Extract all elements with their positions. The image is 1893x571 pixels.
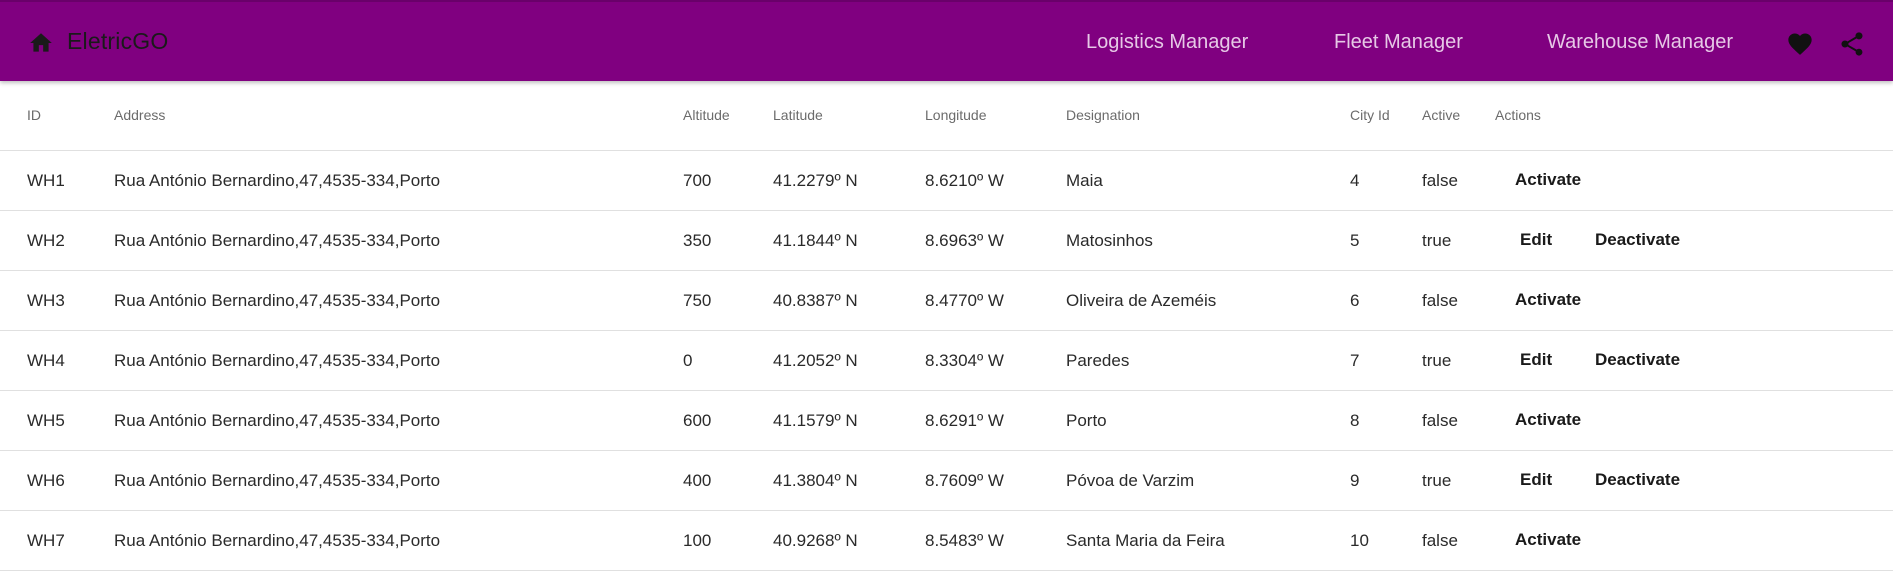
cell-longitude: 8.6210º W (925, 171, 1004, 190)
cell-id: WH2 (27, 231, 65, 250)
cell-active: false (1422, 171, 1458, 190)
cell-longitude: 8.3304º W (925, 351, 1004, 370)
cell-city-id: 4 (1350, 171, 1360, 190)
cell-designation: Porto (1066, 411, 1107, 430)
cell-longitude: 8.4770º W (925, 291, 1004, 310)
column-header-longitude[interactable]: Longitude (925, 107, 987, 123)
cell-designation: Paredes (1066, 351, 1130, 370)
cell-altitude: 0 (683, 351, 693, 370)
cell-address: Rua António Bernardino,47,4535-334,Porto (114, 291, 441, 310)
cell-latitude: 41.1844º N (773, 231, 858, 250)
column-header-address[interactable]: Address (114, 107, 165, 123)
activate-button[interactable]: Activate (1515, 410, 1581, 430)
cell-longitude: 8.7609º W (925, 471, 1004, 490)
cell-latitude: 40.8387º N (773, 291, 858, 310)
cell-city-id: 8 (1350, 411, 1360, 430)
cell-city-id: 6 (1350, 291, 1360, 310)
cell-longitude: 8.6963º W (925, 231, 1004, 250)
cell-designation: Matosinhos (1066, 231, 1153, 250)
cell-active: false (1422, 531, 1458, 550)
table-row: WH1 Rua António Bernardino,47,4535-334,P… (0, 151, 1893, 211)
warehouses-table: ID Address Altitude Latitude Longitude D… (0, 81, 1893, 571)
cell-address: Rua António Bernardino,47,4535-334,Porto (114, 531, 441, 550)
share-icon[interactable] (1838, 30, 1866, 58)
cell-designation: Póvoa de Varzim (1066, 471, 1195, 490)
cell-altitude: 700 (683, 171, 712, 190)
table-row: WH5 Rua António Bernardino,47,4535-334,P… (0, 391, 1893, 451)
table-row: WH6 Rua António Bernardino,47,4535-334,P… (0, 451, 1893, 511)
cell-latitude: 41.1579º N (773, 411, 858, 430)
cell-address: Rua António Bernardino,47,4535-334,Porto (114, 171, 441, 190)
deactivate-button[interactable]: Deactivate (1595, 230, 1680, 250)
home-icon[interactable] (28, 30, 54, 56)
edit-button[interactable]: Edit (1520, 230, 1552, 250)
cell-address: Rua António Bernardino,47,4535-334,Porto (114, 231, 441, 250)
activate-button[interactable]: Activate (1515, 530, 1581, 550)
column-header-id[interactable]: ID (27, 107, 41, 123)
table-row: WH3 Rua António Bernardino,47,4535-334,P… (0, 271, 1893, 331)
table-row: WH7 Rua António Bernardino,47,4535-334,P… (0, 511, 1893, 571)
cell-longitude: 8.6291º W (925, 411, 1004, 430)
cell-active: true (1422, 471, 1452, 490)
column-header-latitude[interactable]: Latitude (773, 107, 823, 123)
cell-longitude: 8.5483º W (925, 531, 1004, 550)
cell-latitude: 40.9268º N (773, 531, 858, 550)
cell-altitude: 100 (683, 531, 712, 550)
cell-city-id: 10 (1350, 531, 1369, 550)
nav-fleet-manager[interactable]: Fleet Manager (1334, 31, 1463, 54)
cell-id: WH3 (27, 291, 65, 310)
heart-icon[interactable] (1786, 30, 1814, 58)
cell-id: WH1 (27, 171, 65, 190)
cell-latitude: 41.2052º N (773, 351, 858, 370)
cell-address: Rua António Bernardino,47,4535-334,Porto (114, 471, 441, 490)
table-row: WH2 Rua António Bernardino,47,4535-334,P… (0, 211, 1893, 271)
cell-city-id: 5 (1350, 231, 1360, 250)
cell-designation: Maia (1066, 171, 1103, 190)
cell-id: WH6 (27, 471, 65, 490)
column-header-designation[interactable]: Designation (1066, 107, 1140, 123)
cell-latitude: 41.2279º N (773, 171, 858, 190)
column-header-altitude[interactable]: Altitude (683, 107, 730, 123)
cell-active: true (1422, 351, 1452, 370)
nav-logistics-manager[interactable]: Logistics Manager (1086, 31, 1248, 54)
edit-button[interactable]: Edit (1520, 350, 1552, 370)
column-header-city-id[interactable]: City Id (1350, 107, 1390, 123)
column-header-active[interactable]: Active (1422, 107, 1460, 123)
column-header-actions: Actions (1495, 107, 1541, 123)
cell-altitude: 750 (683, 291, 712, 310)
cell-designation: Santa Maria da Feira (1066, 531, 1225, 550)
activate-button[interactable]: Activate (1515, 290, 1581, 310)
deactivate-button[interactable]: Deactivate (1595, 470, 1680, 490)
cell-active: true (1422, 231, 1452, 250)
cell-designation: Oliveira de Azeméis (1066, 291, 1217, 310)
deactivate-button[interactable]: Deactivate (1595, 350, 1680, 370)
cell-altitude: 400 (683, 471, 712, 490)
cell-city-id: 7 (1350, 351, 1360, 370)
cell-altitude: 350 (683, 231, 712, 250)
activate-button[interactable]: Activate (1515, 170, 1581, 190)
cell-active: false (1422, 411, 1458, 430)
cell-id: WH7 (27, 531, 65, 550)
cell-address: Rua António Bernardino,47,4535-334,Porto (114, 411, 441, 430)
cell-id: WH4 (27, 351, 65, 370)
edit-button[interactable]: Edit (1520, 470, 1552, 490)
cell-id: WH5 (27, 411, 65, 430)
table-row: WH4 Rua António Bernardino,47,4535-334,P… (0, 331, 1893, 391)
cell-city-id: 9 (1350, 471, 1360, 490)
cell-latitude: 41.3804º N (773, 471, 858, 490)
app-title: EletricGO (67, 28, 169, 54)
top-toolbar: EletricGO Logistics Manager Fleet Manage… (0, 0, 1893, 81)
cell-active: false (1422, 291, 1458, 310)
nav-warehouse-manager[interactable]: Warehouse Manager (1547, 31, 1733, 54)
table-header-row: ID Address Altitude Latitude Longitude D… (0, 81, 1893, 151)
cell-address: Rua António Bernardino,47,4535-334,Porto (114, 351, 441, 370)
cell-altitude: 600 (683, 411, 712, 430)
